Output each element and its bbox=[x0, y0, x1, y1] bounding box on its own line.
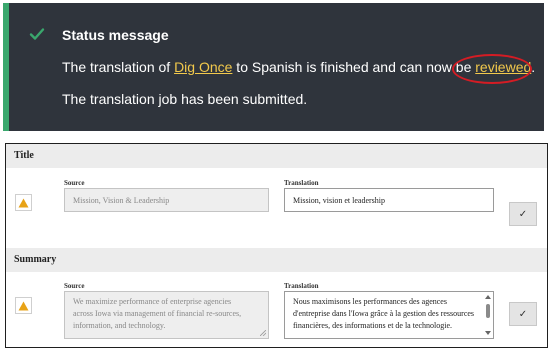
translation-label: Translation bbox=[284, 282, 319, 290]
status-text: . bbox=[531, 59, 536, 75]
node-link[interactable]: Dig Once bbox=[174, 59, 232, 75]
check-icon bbox=[29, 28, 45, 40]
warning-icon bbox=[15, 297, 32, 314]
title-translation-input[interactable]: Mission, vision et leadership bbox=[284, 188, 494, 212]
status-line-translation: The translation of Dig Once to Spanish i… bbox=[62, 59, 535, 75]
summary-translation-textarea[interactable]: Nous maximisons les performances des age… bbox=[284, 291, 494, 339]
scroll-down-icon[interactable] bbox=[485, 331, 491, 335]
reviewed-link[interactable]: reviewed bbox=[475, 59, 531, 75]
scroll-thumb[interactable] bbox=[486, 304, 490, 318]
title-source-field: Mission, Vision & Leadership bbox=[64, 188, 269, 212]
textarea-scrollbar[interactable] bbox=[485, 295, 491, 335]
summary-source-field: We maximize performance of enterprise ag… bbox=[64, 291, 269, 339]
status-heading: Status message bbox=[62, 27, 169, 43]
translation-label: Translation bbox=[284, 179, 319, 187]
scroll-up-icon[interactable] bbox=[485, 295, 491, 299]
translation-form: Title Source Mission, Vision & Leadershi… bbox=[5, 143, 548, 348]
section-header-summary: Summary bbox=[6, 248, 547, 272]
section-header-title: Title bbox=[6, 144, 547, 168]
status-line-submitted: The translation job has been submitted. bbox=[62, 91, 308, 107]
status-text: The translation of bbox=[62, 59, 175, 75]
summary-save-button[interactable]: ✓ bbox=[509, 302, 537, 326]
status-text: to Spanish is finished and can now be bbox=[232, 59, 476, 75]
resize-handle-icon[interactable] bbox=[260, 330, 266, 336]
source-label: Source bbox=[64, 282, 85, 290]
summary-source-text: We maximize performance of enterprise ag… bbox=[73, 297, 242, 330]
summary-translation-text: Nous maximisons les performances des age… bbox=[293, 297, 475, 330]
title-save-button[interactable]: ✓ bbox=[509, 202, 537, 226]
source-label: Source bbox=[64, 179, 85, 187]
warning-icon bbox=[15, 194, 32, 211]
status-message-banner: Status message The translation of Dig On… bbox=[3, 3, 544, 131]
